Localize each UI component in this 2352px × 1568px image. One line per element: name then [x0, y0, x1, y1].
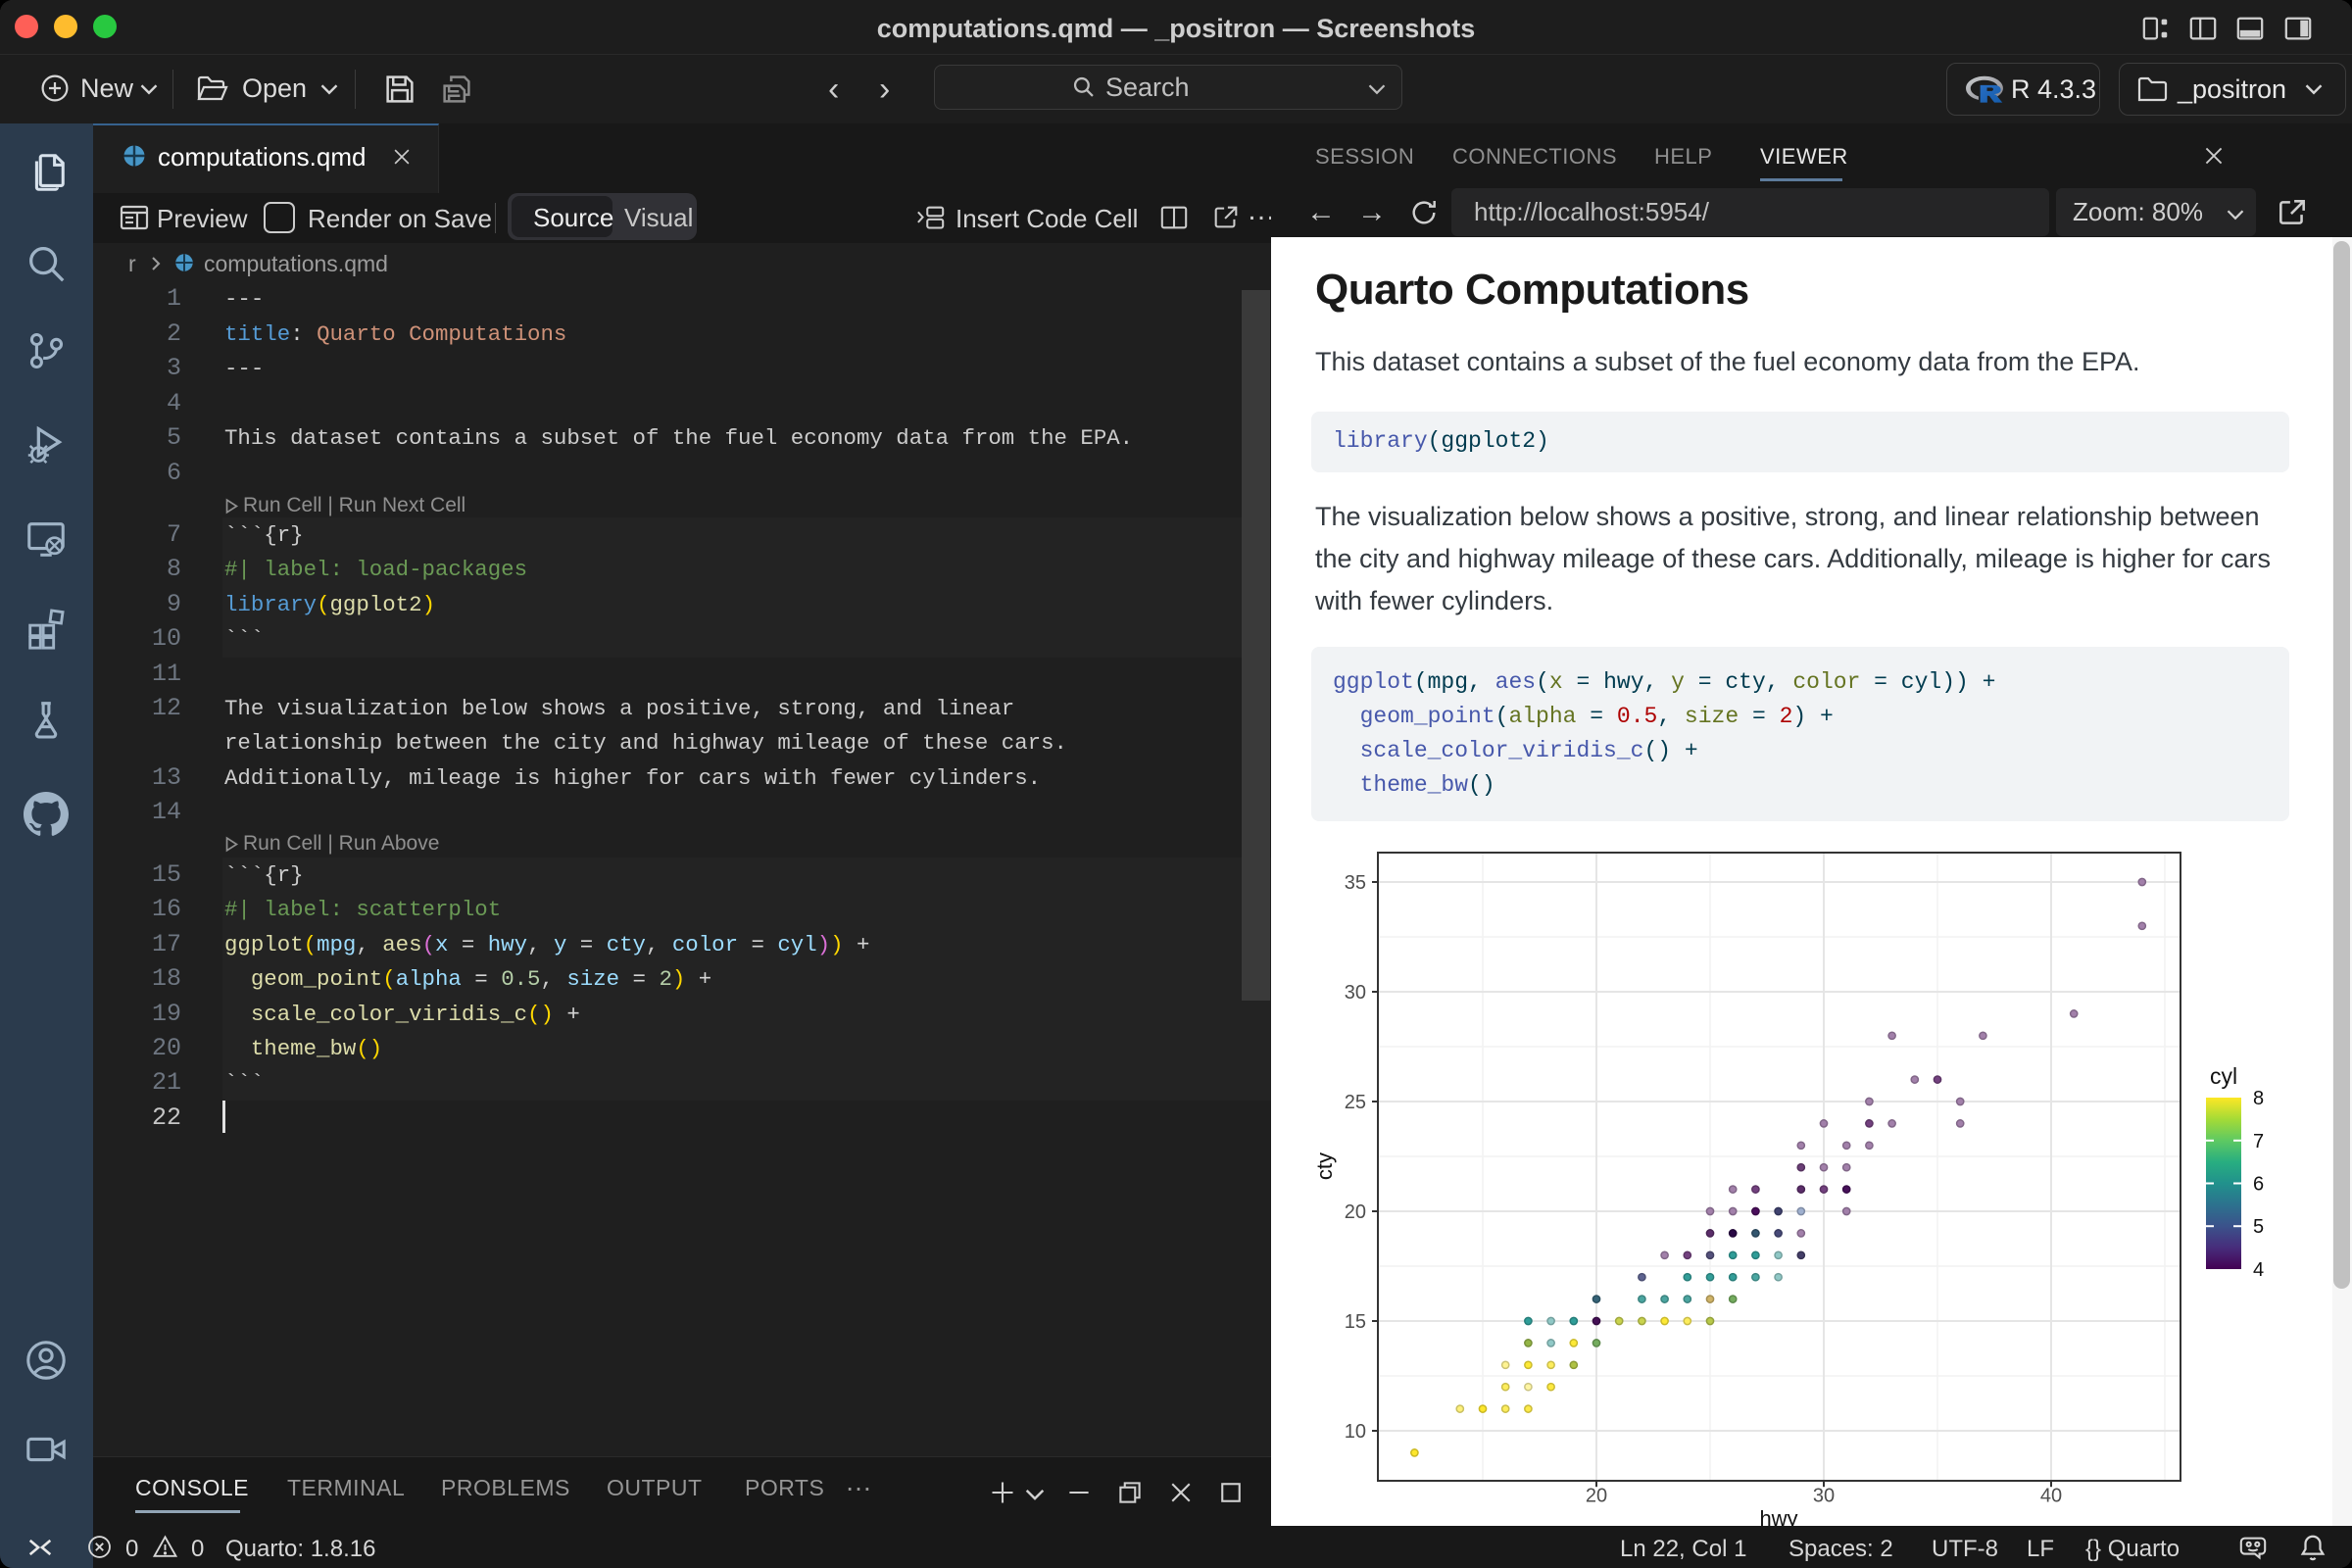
- svg-text:20: 20: [1586, 1486, 1607, 1507]
- svg-text:30: 30: [1813, 1486, 1835, 1507]
- svg-text:20: 20: [1345, 1201, 1366, 1223]
- svg-text:40: 40: [2040, 1486, 2062, 1507]
- svg-text:5: 5: [2253, 1216, 2264, 1238]
- svg-text:cty: cty: [1312, 1152, 1337, 1180]
- svg-text:cyl: cyl: [2210, 1063, 2237, 1089]
- svg-text:35: 35: [1345, 872, 1366, 894]
- svg-text:hwy: hwy: [1759, 1506, 1797, 1528]
- svg-text:8: 8: [2253, 1088, 2264, 1109]
- svg-text:30: 30: [1345, 982, 1366, 1004]
- svg-text:10: 10: [1345, 1421, 1366, 1443]
- svg-text:6: 6: [2253, 1174, 2264, 1196]
- svg-text:15: 15: [1345, 1311, 1366, 1333]
- svg-text:4: 4: [2253, 1259, 2264, 1281]
- svg-text:7: 7: [2253, 1131, 2264, 1152]
- svg-text:25: 25: [1345, 1092, 1366, 1113]
